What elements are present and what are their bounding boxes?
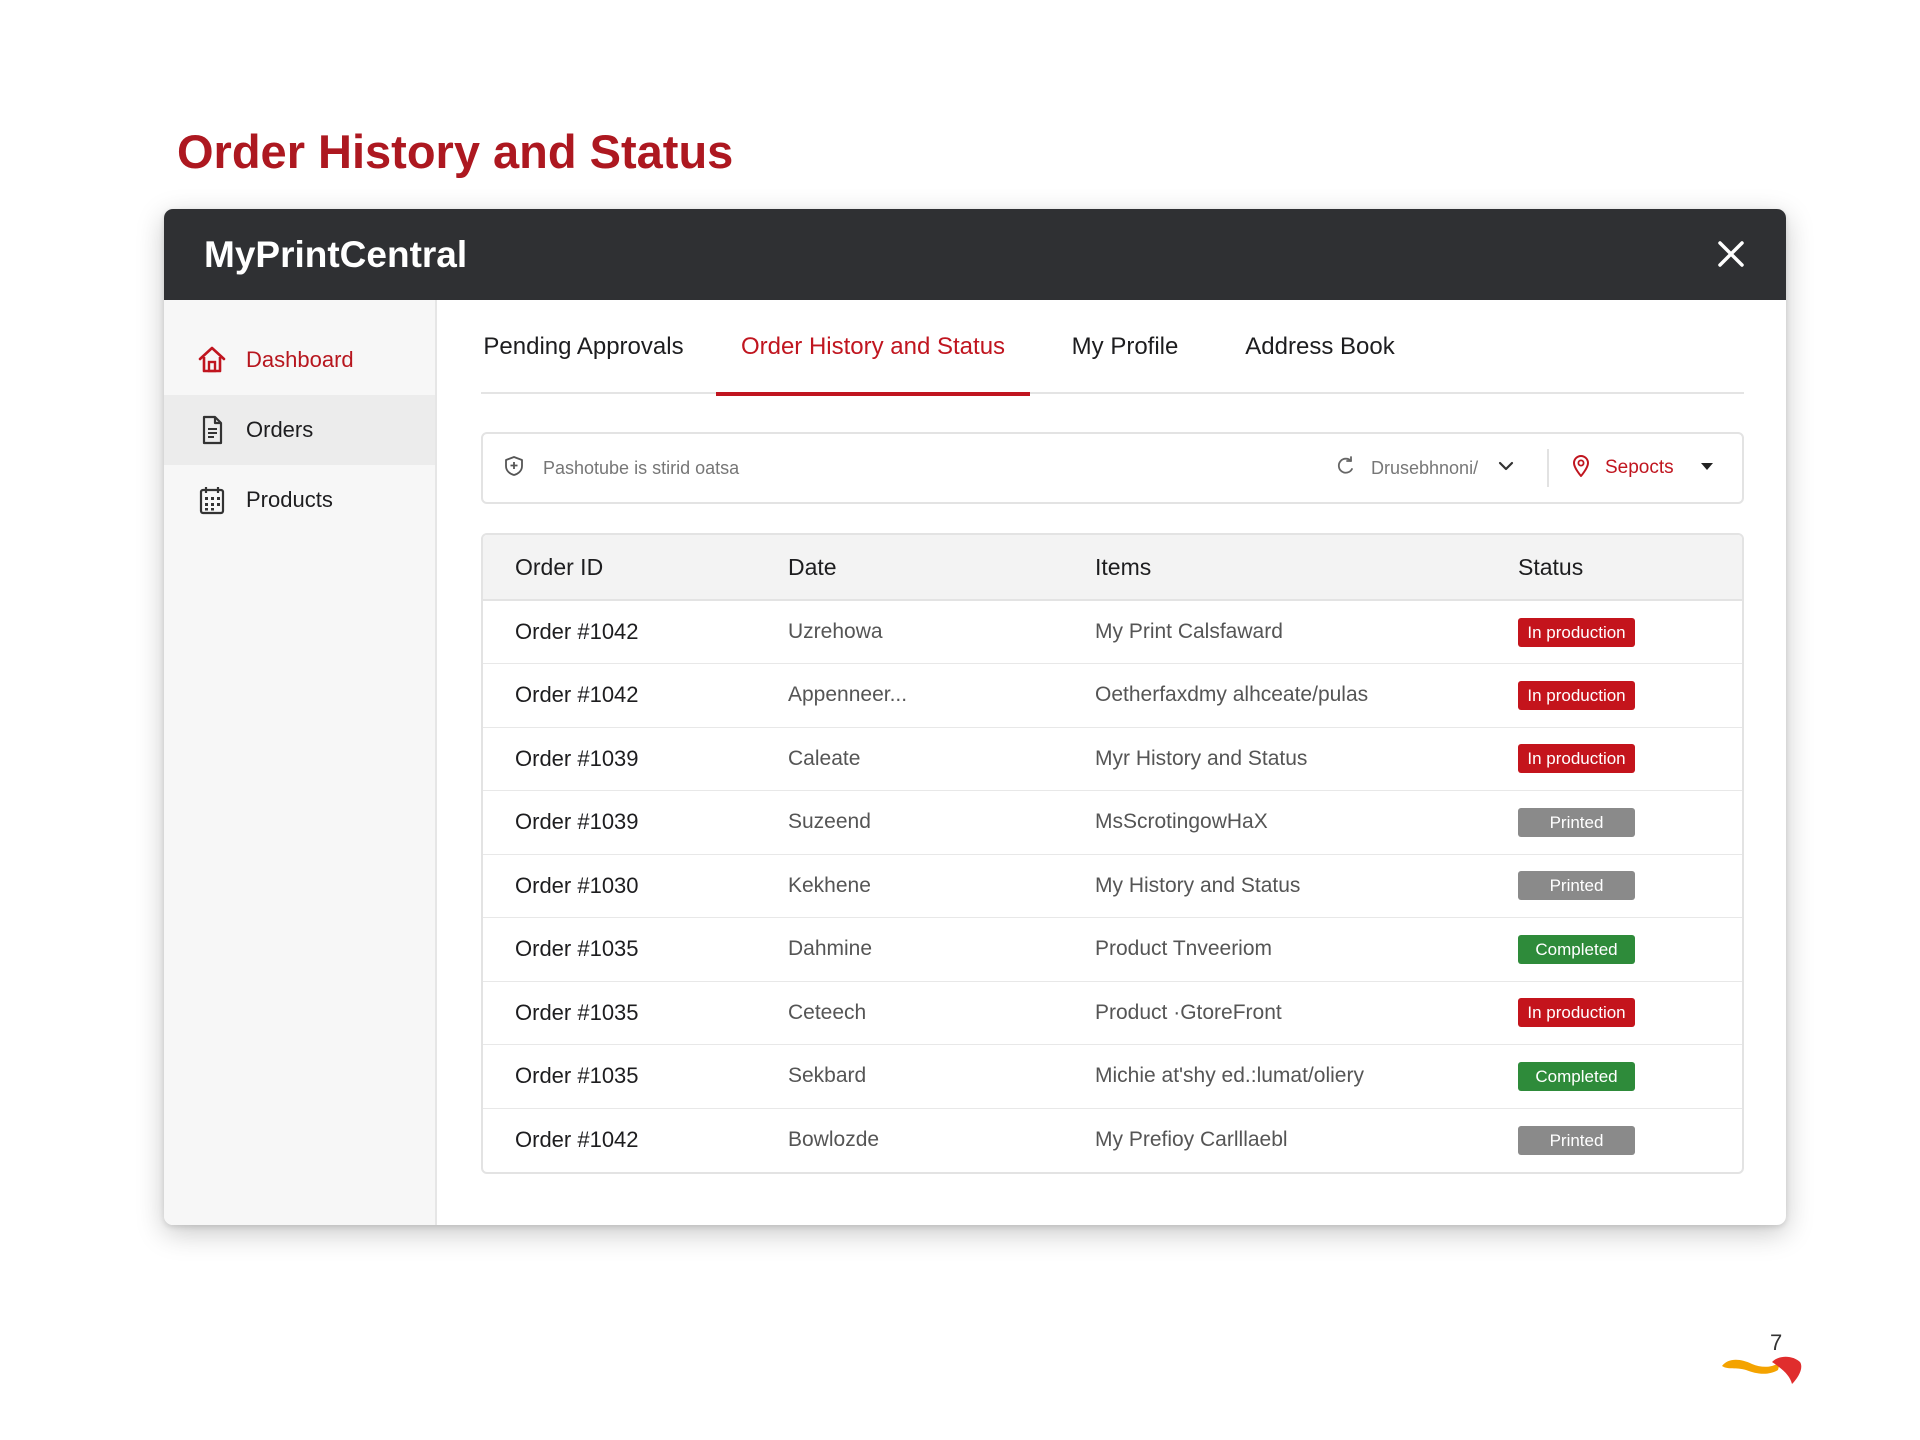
document-icon — [196, 414, 228, 446]
location-pin-icon — [1569, 454, 1593, 483]
window-body: Dashboard Orders Products Pending Approv… — [164, 300, 1786, 1225]
view-dropdown-label: Drusebhnoni/ — [1371, 457, 1479, 478]
brand-logo — [1722, 1356, 1802, 1384]
order-id-cell: Order #1030 — [515, 872, 639, 898]
caret-down-icon — [1698, 457, 1716, 480]
sidebar-item-label: Products — [246, 487, 333, 512]
chevron-down-icon — [1496, 456, 1516, 481]
items-cell: Michie at'shy ed.:lumat/oliery — [1095, 1064, 1364, 1088]
order-id-cell: Order #1042 — [515, 1127, 639, 1152]
slide-title: Order History and Status — [177, 125, 734, 178]
sidebar-item-orders[interactable]: Orders — [164, 395, 435, 465]
orders-table: Order ID Date Items Status Order #1042 Uz… — [481, 533, 1744, 1174]
date-cell: Caleate — [788, 746, 861, 770]
status-cell: In production — [1518, 727, 1742, 791]
table-header-row: Order ID Date Items Status — [483, 535, 1742, 601]
table-body: Order #1042 Uzrehowa My Print Calsfaward In… — [483, 600, 1742, 1172]
location-dropdown[interactable]: Sepocts — [1569, 434, 1716, 502]
status-cell: Printed — [1518, 1108, 1742, 1172]
titlebar: MyPrintCentral — [164, 209, 1786, 300]
app-window: MyPrintCentral Dashboard Orders Products… — [164, 209, 1786, 1225]
table-row[interactable]: Order #1035 Dahmine Product Tnveeriom Compl… — [483, 918, 1742, 982]
sidebar-item-dashboard[interactable]: Dashboard — [164, 325, 435, 395]
date-cell: Kekhene — [788, 873, 871, 897]
status-cell: Completed — [1518, 1045, 1742, 1109]
tab-order-history[interactable]: Order History and Status — [716, 300, 1030, 396]
home-icon — [196, 344, 228, 376]
order-id-cell: Order #1042 — [515, 682, 639, 708]
date-cell: Appenneer... — [788, 683, 908, 707]
filter-divider — [1547, 449, 1549, 487]
date-cell: Ceteech — [788, 1000, 867, 1024]
table-row[interactable]: Order #1042 Appenneer... Oetherfaxdmy alhc… — [483, 664, 1742, 728]
table-row[interactable]: Order #1039 Caleate Myr History and Status… — [483, 727, 1742, 791]
tab-pending-approvals[interactable]: Pending Approvals — [481, 300, 686, 394]
tab-my-profile[interactable]: My Profile — [1040, 300, 1210, 394]
status-badge: In production — [1518, 744, 1635, 774]
status-badge: Printed — [1518, 871, 1635, 901]
date-cell: Uzrehowa — [788, 620, 883, 643]
status-cell: In production — [1518, 600, 1742, 664]
order-id-cell: Order #1039 — [515, 809, 639, 835]
sidebar-item-products[interactable]: Products — [164, 465, 435, 535]
tab-bar: Pending Approvals Order History and Stat… — [481, 300, 1744, 396]
close-icon — [1718, 241, 1744, 267]
sidebar-item-label: Orders — [246, 417, 314, 442]
shield-icon — [503, 455, 525, 482]
col-date[interactable]: Date — [788, 535, 1095, 601]
view-dropdown[interactable]: Drusebhnoni/ — [1335, 434, 1516, 502]
sidebar: Dashboard Orders Products — [164, 300, 437, 1225]
col-status[interactable]: Status — [1518, 535, 1742, 601]
refresh-icon — [1335, 455, 1357, 482]
app-name: MyPrintCentral — [204, 233, 468, 275]
table-row[interactable]: Order #1042 Bowlozde My Prefioy Carlllaebl… — [483, 1108, 1742, 1172]
status-cell: In production — [1518, 664, 1742, 728]
status-cell: Printed — [1518, 854, 1742, 918]
tab-address-book[interactable]: Address Book — [1220, 300, 1420, 394]
search-text: Pashotube is stirid oatsa — [543, 457, 740, 478]
status-badge: In production — [1518, 680, 1635, 710]
items-cell: My History and Status — [1095, 873, 1301, 897]
items-cell: Product ·GtoreFront — [1095, 1000, 1282, 1024]
items-cell: Product Tnveeriom — [1095, 937, 1273, 961]
status-badge: Printed — [1518, 1125, 1635, 1155]
status-badge: Completed — [1518, 934, 1635, 964]
sidebar-item-label: Dashboard — [246, 347, 354, 372]
order-id-cell: Order #1035 — [515, 936, 639, 962]
date-cell: Bowlozde — [788, 1128, 880, 1151]
items-cell: Oetherfaxdmy alhceate/pulas — [1095, 683, 1369, 707]
items-cell: My Print Calsfaward — [1095, 620, 1283, 643]
location-dropdown-label: Sepocts — [1605, 457, 1674, 478]
search-input[interactable]: Pashotube is stirid oatsa — [503, 434, 739, 502]
order-id-cell: Order #1035 — [515, 999, 639, 1025]
status-badge: In production — [1518, 617, 1635, 647]
status-badge: Completed — [1518, 1061, 1635, 1091]
items-cell: My Prefioy Carlllaebl — [1095, 1128, 1288, 1151]
table-row[interactable]: Order #1030 Kekhene My History and Status P… — [483, 854, 1742, 918]
col-order-id[interactable]: Order ID — [483, 535, 788, 601]
main-content: Pending Approvals Order History and Stat… — [437, 300, 1786, 1225]
filter-bar: Pashotube is stirid oatsa Drusebhnoni/ S… — [481, 432, 1744, 504]
status-badge: Printed — [1518, 807, 1635, 837]
status-badge: In production — [1518, 998, 1635, 1028]
order-id-cell: Order #1039 — [515, 745, 639, 771]
table-row[interactable]: Order #1042 Uzrehowa My Print Calsfaward In… — [483, 600, 1742, 664]
date-cell: Sekbard — [788, 1064, 867, 1088]
calendar-grid-icon — [196, 484, 228, 516]
col-items[interactable]: Items — [1095, 535, 1518, 601]
table-row[interactable]: Order #1035 Sekbard Michie at'shy ed.:luma… — [483, 1045, 1742, 1109]
table-row[interactable]: Order #1039 Suzeend MsScrotingowHaX Printed — [483, 791, 1742, 855]
status-cell: In production — [1518, 981, 1742, 1045]
table-row[interactable]: Order #1035 Ceteech Product ·GtoreFront In … — [483, 981, 1742, 1045]
order-id-cell: Order #1035 — [515, 1063, 639, 1089]
items-cell: Myr History and Status — [1095, 746, 1308, 770]
status-cell: Completed — [1518, 918, 1742, 982]
page-number: 7 — [1770, 1330, 1783, 1355]
status-cell: Printed — [1518, 791, 1742, 855]
order-id-cell: Order #1042 — [515, 619, 639, 644]
items-cell: MsScrotingowHaX — [1095, 810, 1268, 834]
date-cell: Suzeend — [788, 810, 871, 834]
date-cell: Dahmine — [788, 937, 873, 961]
close-button[interactable] — [1712, 235, 1750, 273]
